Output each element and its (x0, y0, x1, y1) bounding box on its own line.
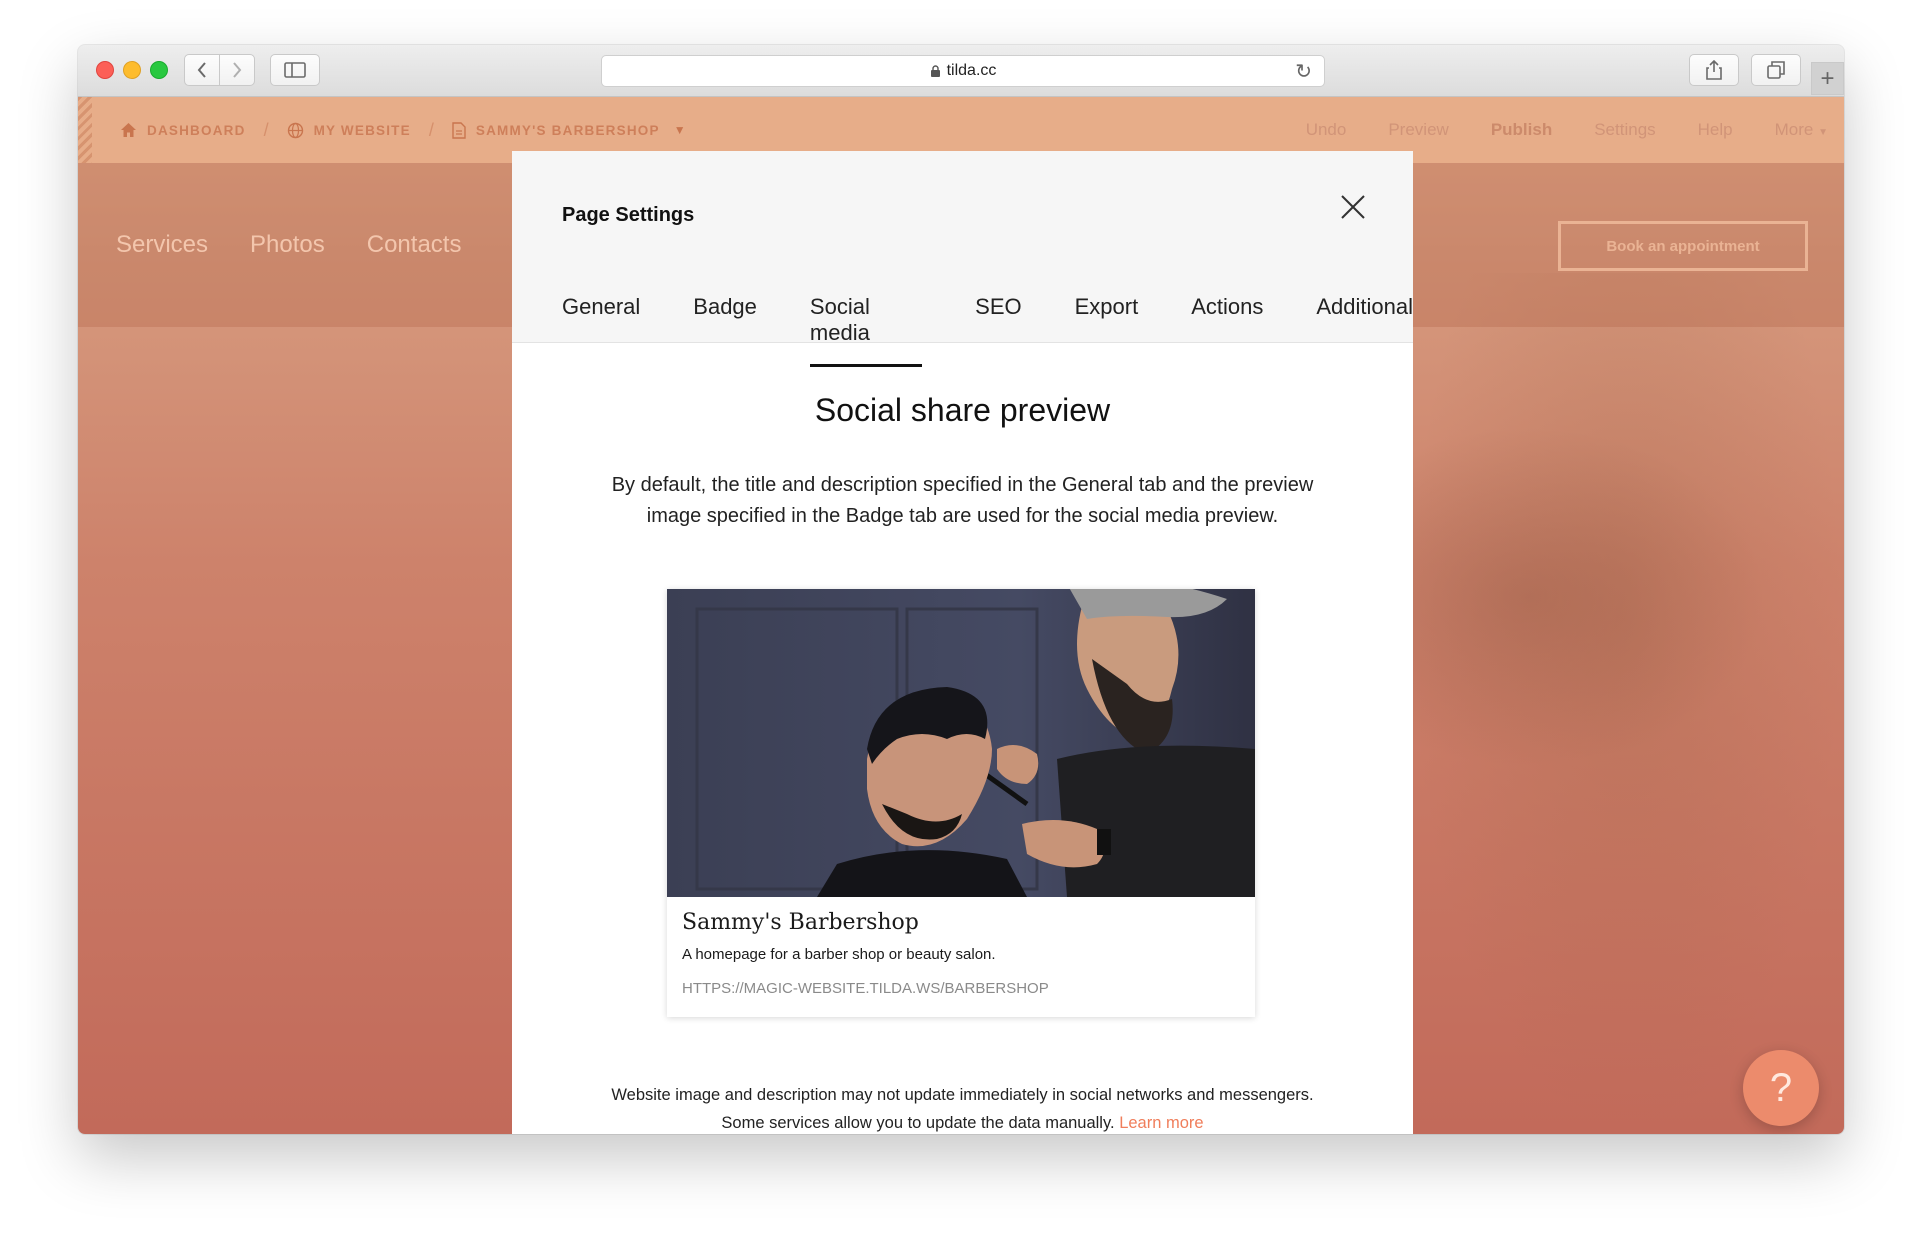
forward-button[interactable] (219, 54, 255, 86)
breadcrumb-website[interactable]: MY WEBSITE (287, 122, 411, 139)
show-tabs-button[interactable] (1751, 54, 1801, 86)
back-button[interactable] (184, 54, 220, 86)
breadcrumb-label: MY WEBSITE (313, 122, 411, 138)
breadcrumb-separator: / (428, 119, 434, 140)
nav-services[interactable]: Services (116, 231, 208, 259)
help-fab-button[interactable]: ? (1743, 1050, 1819, 1126)
chevron-left-icon (197, 62, 206, 78)
breadcrumb-dashboard[interactable]: DASHBOARD (120, 122, 246, 138)
footnote: Website image and description may not up… (592, 1081, 1333, 1134)
browser-window: tilda.cc ↻ + DASHBOARD / MY WEBSITE / SA… (78, 45, 1844, 1134)
lock-icon (930, 65, 940, 77)
card-description: A homepage for a barber shop or beauty s… (682, 946, 996, 963)
share-button[interactable] (1689, 54, 1739, 86)
close-window-button[interactable] (96, 61, 114, 79)
modal-header: Page Settings General Badge Social media… (512, 151, 1413, 367)
hero-photo-shade (1408, 397, 1808, 797)
nav-photos[interactable]: Photos (250, 231, 325, 259)
tab-badge[interactable]: Badge (693, 294, 757, 364)
chevron-down-icon: ▼ (673, 123, 687, 137)
chevron-down-icon: ▼ (1818, 127, 1828, 138)
site-nav: Services Photos Contacts (116, 163, 461, 327)
zigzag-decoration (78, 97, 92, 163)
undo-button[interactable]: Undo (1306, 120, 1347, 140)
more-button[interactable]: More ▼ (1775, 120, 1828, 140)
zoom-window-button[interactable] (150, 61, 168, 79)
page-settings-modal: Page Settings General Badge Social media… (512, 151, 1413, 1134)
settings-button[interactable]: Settings (1594, 120, 1655, 140)
share-icon (1706, 60, 1722, 80)
home-icon (121, 123, 136, 137)
plus-icon: + (1820, 64, 1835, 92)
tab-general[interactable]: General (562, 294, 640, 364)
minimize-window-button[interactable] (123, 61, 141, 79)
tab-export[interactable]: Export (1075, 294, 1139, 364)
nav-contacts[interactable]: Contacts (367, 231, 462, 259)
tabs-icon (1767, 61, 1785, 79)
reload-icon[interactable]: ↻ (1295, 59, 1312, 84)
section-description: By default, the title and description sp… (611, 474, 1314, 527)
settings-tabs: General Badge Social media SEO Export Ac… (562, 294, 1413, 367)
breadcrumb-separator: / (263, 119, 269, 140)
new-tab-button[interactable]: + (1811, 62, 1844, 95)
tab-additional[interactable]: Additional (1316, 294, 1413, 364)
tab-social-media[interactable]: Social media (809, 294, 923, 367)
learn-more-link[interactable]: Learn more (1119, 1114, 1203, 1132)
sidebar-icon (284, 62, 306, 78)
website-page: DASHBOARD / MY WEBSITE / SAMMY'S BARBERS… (78, 97, 1844, 1134)
chevron-right-icon (233, 62, 242, 78)
address-bar[interactable]: tilda.cc ↻ (601, 55, 1325, 87)
question-icon: ? (1769, 1065, 1793, 1110)
modal-title: Page Settings (562, 204, 695, 226)
sidebar-button[interactable] (270, 54, 320, 86)
book-appointment-button[interactable]: Book an appointment (1558, 221, 1808, 271)
page-icon (452, 121, 466, 139)
close-icon[interactable] (1340, 194, 1366, 220)
tab-seo[interactable]: SEO (975, 294, 1021, 364)
breadcrumb-label: SAMMY'S BARBERSHOP (475, 122, 660, 138)
url-text: tilda.cc (946, 62, 997, 79)
breadcrumb-page[interactable]: SAMMY'S BARBERSHOP ▼ (452, 121, 687, 139)
browser-toolbar: tilda.cc ↻ + (78, 45, 1844, 97)
help-button[interactable]: Help (1698, 120, 1733, 140)
globe-icon (287, 122, 303, 138)
preview-button[interactable]: Preview (1388, 120, 1448, 140)
card-url: HTTPS://MAGIC-WEBSITE.TILDA.WS/BARBERSHO… (682, 980, 1049, 997)
section-title: Social share preview (814, 392, 1111, 428)
card-title: Sammy's Barbershop (682, 910, 919, 935)
social-share-card: Sammy's Barbershop A homepage for a barb… (667, 589, 1255, 1017)
more-label: More (1774, 120, 1814, 139)
publish-button[interactable]: Publish (1491, 120, 1552, 140)
footnote-text: Website image and description may not up… (611, 1086, 1314, 1132)
barber-photo (667, 589, 1255, 897)
breadcrumb-label: DASHBOARD (147, 122, 246, 138)
tab-actions[interactable]: Actions (1191, 294, 1263, 364)
share-preview-image (667, 589, 1255, 897)
